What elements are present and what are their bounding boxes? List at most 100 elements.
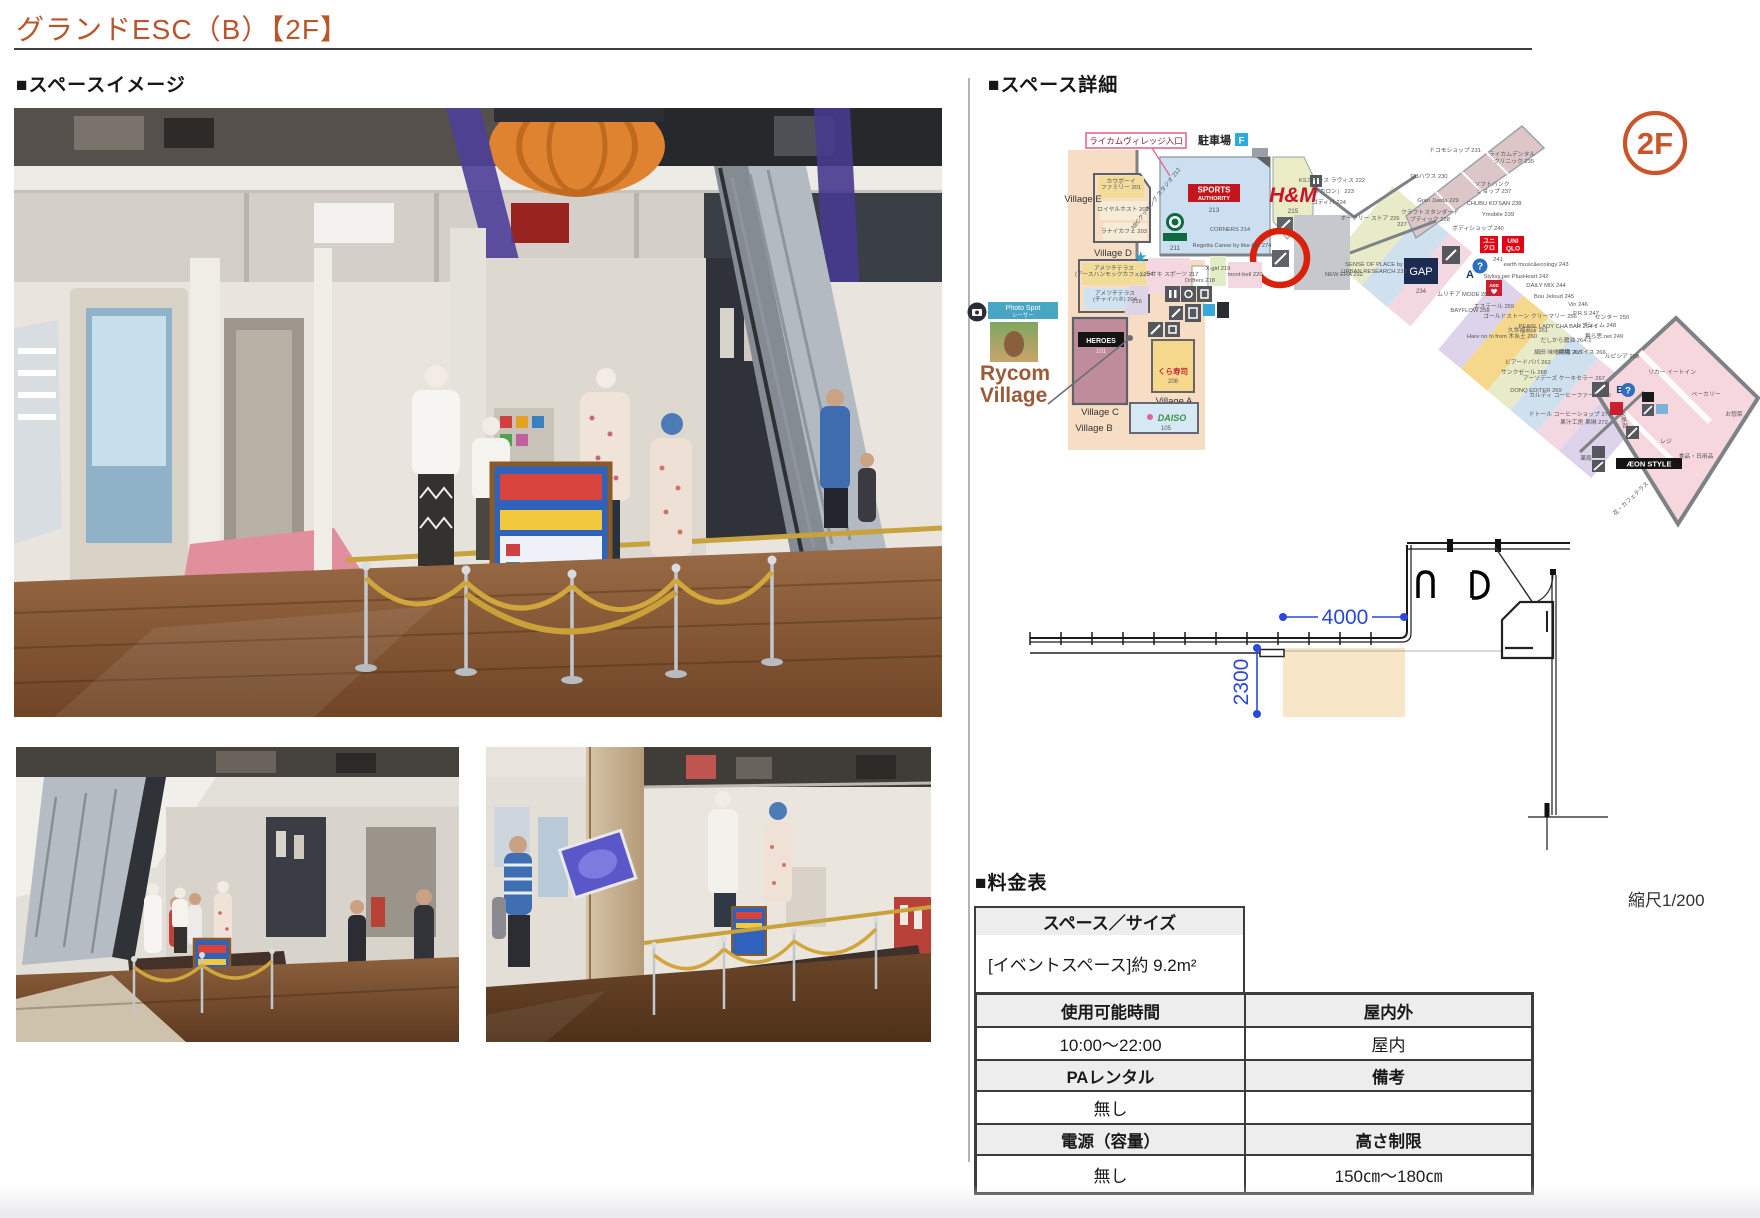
svg-text:227: 227 [1397, 222, 1407, 228]
mannequin [596, 368, 616, 388]
village-e-label: Village E [1064, 194, 1101, 205]
parking-label: 駐車場 [1198, 133, 1231, 147]
svg-text:果汁工房 果琳 272: 果汁工房 果琳 272 [1560, 418, 1608, 426]
svg-text:DAILY MIX 244: DAILY MIX 244 [1526, 283, 1566, 289]
mannequin [175, 888, 186, 899]
svg-text:ショップ 237: ショップ 237 [1477, 188, 1511, 195]
section-space-image: ■スペースイメージ [16, 70, 186, 97]
cell-value: 無し [976, 1155, 1245, 1193]
photo-space-main [14, 108, 942, 717]
svg-text:CORNERS 214: CORNERS 214 [1210, 227, 1251, 233]
col-header: 電源（容量） [976, 1124, 1245, 1155]
svg-text:F: F [1239, 136, 1245, 147]
svg-text:「マカロン」 223: 「マカロン」 223 [1308, 188, 1354, 195]
svg-text:Regetta Canoe by like-like 274: Regetta Canoe by like-like 274 [1193, 243, 1273, 249]
svg-text:レジ: レジ [1660, 439, 1672, 445]
svg-text:クラフトスタンダード: クラフトスタンダード [1401, 208, 1459, 216]
mannequin-hat [661, 413, 683, 435]
svg-text:PEARL LADY CHA BAR 264-1: PEARL LADY CHA BAR 264-1 [1519, 324, 1598, 330]
dimension-4000: 4000 [1279, 606, 1408, 629]
svg-text:薬局: 薬局 [1580, 454, 1592, 462]
svg-text:CHUBU KO'SAN 238: CHUBU KO'SAN 238 [1467, 201, 1522, 207]
svg-text:earth music&ecology 243: earth music&ecology 243 [1503, 262, 1568, 268]
person-child [860, 453, 874, 467]
marker-a: A [1466, 269, 1474, 281]
svg-text:ブティック 228: ブティック 228 [1410, 215, 1450, 223]
escalator-well [1294, 215, 1350, 290]
svg-text:SPORTS: SPORTS [1198, 186, 1232, 195]
svg-text:ドトール コーヒーショップ 271: ドトール コーヒーショップ 271 [1529, 411, 1611, 418]
door-marker [1260, 650, 1284, 657]
mannequin [425, 365, 447, 387]
svg-text:213: 213 [1209, 207, 1220, 214]
svg-text:211: 211 [1170, 245, 1181, 252]
svg-text:ユニ: ユニ [1483, 238, 1495, 245]
fixture-d [1472, 572, 1488, 598]
svg-text:アーソデーズ ケーキセラー 267: アーソデーズ ケーキセラー 267 [1523, 374, 1605, 382]
person-man [826, 389, 844, 407]
photo-right-illustration [486, 747, 931, 1042]
photo-main-illustration [14, 108, 942, 717]
price-table-grid: 使用可能時間 屋内外 10:00～22:00 屋内 PAレンタル 備考 無し 電… [974, 992, 1534, 1195]
table-size-value: [イベントスペース]約 9.2m² [974, 935, 1245, 994]
svg-text:センター 250: センター 250 [1595, 313, 1629, 321]
svg-text:ゴールドストーン クリーマリー 256: ゴールドストーン クリーマリー 256 [1483, 312, 1577, 320]
svg-text:ÆON STYLE: ÆON STYLE [1626, 460, 1671, 469]
svg-text:Drifters 218: Drifters 218 [1185, 278, 1215, 284]
svg-text:ムリチア MODE 257: ムリチア MODE 257 [1437, 291, 1490, 298]
svg-text:Styliss per PlusHeart 242: Styliss per PlusHeart 242 [1483, 274, 1548, 280]
svg-text:SENSE OF PLACE by: SENSE OF PLACE by [1345, 262, 1403, 268]
svg-text:ファミリー 201: ファミリー 201 [1101, 184, 1141, 191]
village-c-block [1073, 318, 1127, 404]
svg-text:Gran Jueda 229: Gran Jueda 229 [1417, 198, 1459, 204]
svg-text:208: 208 [1168, 379, 1179, 385]
svg-text:Village: Village [980, 384, 1047, 407]
svg-text:ドコモショップ 231: ドコモショップ 231 [1429, 147, 1481, 154]
svg-text:お惣菜: お惣菜 [1725, 410, 1743, 418]
svg-text:QBハウス 230: QBハウス 230 [1410, 172, 1447, 180]
svg-text:ライカムヴィレッジ入口: ライカムヴィレッジ入口 [1089, 136, 1183, 146]
svg-text:KSスペース ラヴィス 222: KSスペース ラヴィス 222 [1299, 176, 1365, 184]
cad-drawing: 4000 2300 [930, 470, 1730, 890]
kura-label: くら寿司 [1158, 366, 1188, 376]
svg-text:?: ? [1477, 262, 1483, 273]
title-underline [14, 48, 1532, 50]
svg-text:ボディショップ 240: ボディショップ 240 [1452, 224, 1503, 232]
svg-text:ライカムデンタル: ライカムデンタル [1489, 150, 1536, 158]
svg-text:サンクゼール 268: サンクゼール 268 [1501, 368, 1547, 376]
svg-text:(チャイハネ) 204: (チャイハネ) 204 [1093, 296, 1138, 303]
event-space-rect [1283, 648, 1405, 717]
svg-text:?: ? [1625, 386, 1631, 397]
col-header: 備考 [1245, 1060, 1532, 1091]
svg-text:QLO: QLO [1506, 246, 1520, 253]
village-d-label: Village D [1094, 248, 1132, 259]
svg-text:ムラサキ スポーツ 217: ムラサキ スポーツ 217 [1140, 270, 1199, 278]
page-title: グランドESC（B）【2F】 [16, 8, 349, 48]
svg-text:BAYFLOW 258: BAYFLOW 258 [1450, 308, 1489, 314]
svg-text:Vin 246: Vin 246 [1568, 302, 1588, 308]
scale-note: 縮尺1/200 [1628, 886, 1705, 911]
door-swing-arc [1534, 575, 1553, 603]
cell-value [1245, 1091, 1532, 1124]
svg-text:101: 101 [1096, 349, 1107, 355]
svg-text:カルディ コーヒーファーム 270: カルディ コーヒーファーム 270 [1529, 391, 1611, 399]
svg-text:アメツチテラス: アメツチテラス [1095, 290, 1135, 297]
upper-walls [1407, 539, 1570, 552]
svg-text:ソフトバンク: ソフトバンク [1474, 181, 1509, 188]
svg-text:シーサー: シーサー [1012, 312, 1034, 319]
table-size-header: スペース／サイズ [974, 906, 1245, 937]
person [416, 889, 432, 905]
svg-text:216: 216 [1132, 299, 1142, 305]
mannequin-hat [769, 802, 787, 820]
svg-text:Photo Spot: Photo Spot [1006, 305, 1041, 312]
village-b-label: Village B [1075, 423, 1112, 434]
svg-text:GAP: GAP [1409, 266, 1432, 278]
svg-text:URBAN RESEARCH 233: URBAN RESEARCH 233 [1341, 269, 1406, 275]
svg-text:ベーカリー: ベーカリー [1692, 391, 1721, 398]
svg-text:mont-bell 220: mont-bell 220 [1227, 272, 1262, 278]
svg-text:AUTHORITY: AUTHORITY [1198, 196, 1230, 202]
col-header: 屋内外 [1245, 994, 1532, 1027]
mannequin [147, 883, 159, 895]
svg-text:2300: 2300 [1230, 659, 1253, 706]
cell-value: 150㎝～180㎝ [1245, 1155, 1532, 1193]
